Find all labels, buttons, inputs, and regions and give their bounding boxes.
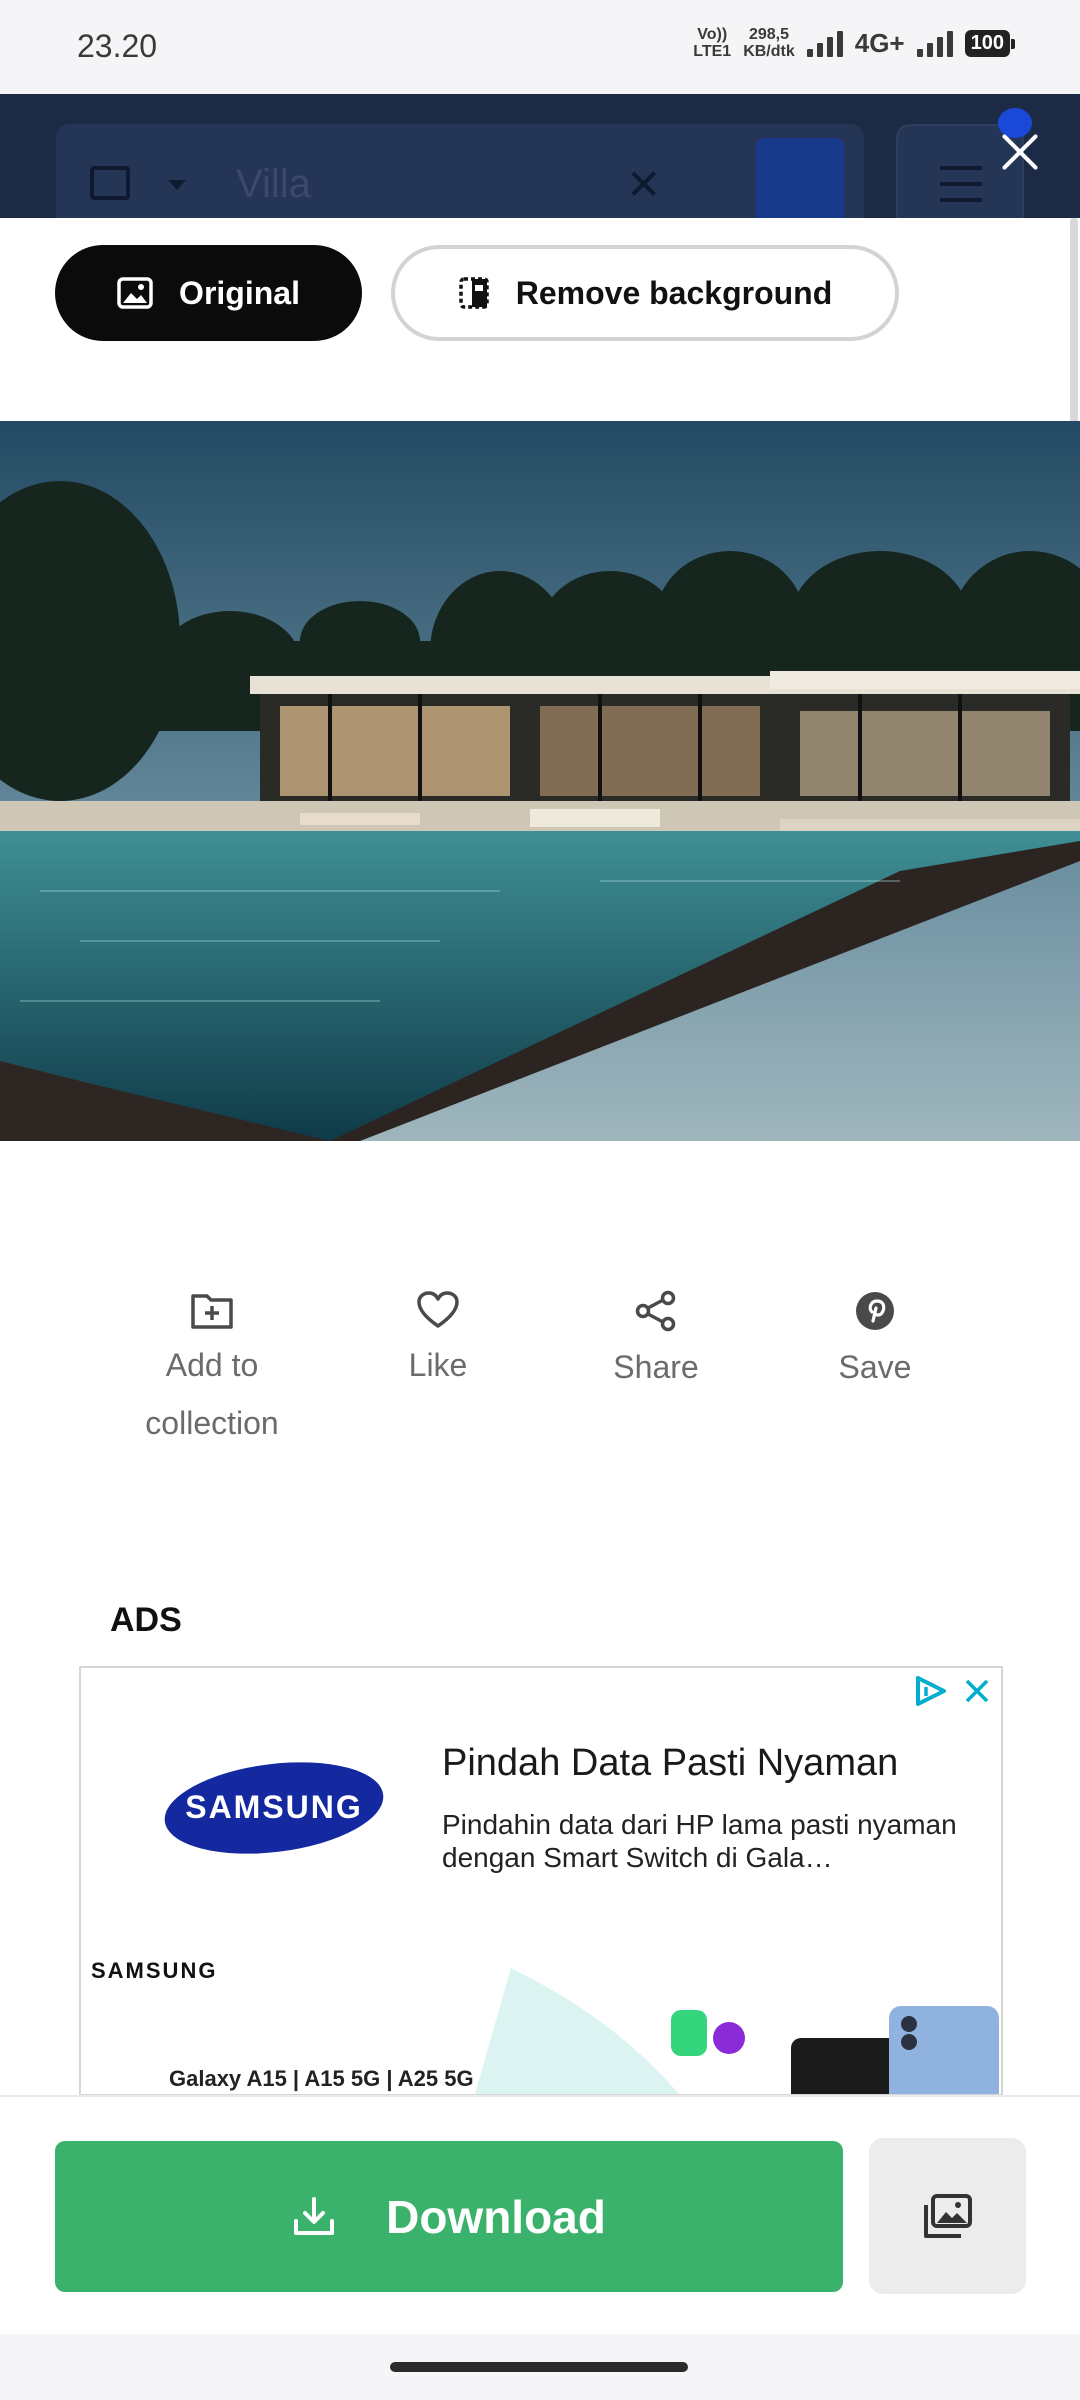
system-nav-bar (0, 2334, 1080, 2400)
original-label: Original (179, 274, 300, 311)
action-row: Add to collection Like Share Save (0, 1290, 1080, 1480)
remove-background-button[interactable]: Remove background (391, 245, 899, 341)
like-button[interactable]: Like (338, 1290, 538, 1394)
remove-background-icon (458, 277, 489, 309)
add-to-collection-label-1: Add to (165, 1347, 259, 1383)
save-button[interactable]: Save (775, 1290, 975, 1396)
filter-icon (940, 166, 982, 170)
download-label: Download (386, 2190, 606, 2243)
network-type: 4G+ (854, 27, 905, 58)
ad-brand-small: SAMSUNG (91, 1958, 218, 1983)
ads-section-label: ADS (110, 1601, 182, 1639)
original-button[interactable]: Original (55, 245, 362, 341)
signal-icon (806, 29, 843, 57)
close-ad-icon[interactable] (963, 1677, 991, 1705)
phones-image (475, 1968, 999, 2094)
remove-background-label: Remove background (515, 274, 833, 311)
pinterest-icon (856, 1292, 894, 1330)
search-box[interactable]: Villa ✕ (56, 124, 864, 218)
gallery-button[interactable] (869, 2138, 1026, 2294)
chevron-down-icon[interactable] (168, 180, 186, 190)
ad-models: Galaxy A15 | A15 5G | A25 5G (169, 2066, 474, 2091)
share-label: Share (613, 1349, 699, 1385)
ad-choices[interactable] (913, 1674, 991, 1708)
heart-icon (417, 1291, 459, 1328)
add-to-collection-button[interactable]: Add to collection (112, 1290, 312, 1452)
status-icons: Vo)) LTE1 298,5 KB/dtk 4G+ 100 (693, 26, 1016, 60)
download-icon (294, 2196, 335, 2235)
image-icon[interactable] (90, 166, 130, 200)
add-folder-icon (191, 1294, 233, 1329)
add-to-collection-label-2: collection (145, 1405, 279, 1441)
like-label: Like (408, 1347, 468, 1383)
download-button[interactable]: Download (55, 2141, 843, 2292)
network-speed: 298,5 KB/dtk (743, 26, 795, 60)
home-indicator[interactable] (390, 2362, 688, 2372)
villa-photo (0, 421, 1080, 1141)
samsung-logo-text: SAMSUNG (185, 1789, 363, 1825)
gallery-icon (923, 2194, 972, 2238)
search-input[interactable]: Villa (236, 162, 311, 207)
adchoices-icon[interactable] (913, 1674, 949, 1708)
footer-divider (0, 2095, 1080, 2097)
status-time: 23.20 (77, 28, 158, 64)
share-button[interactable]: Share (556, 1290, 756, 1396)
status-bar: 23.20 Vo)) LTE1 298,5 KB/dtk 4G+ 100 (0, 0, 1080, 94)
signal-icon-2 (916, 29, 953, 57)
ad-description: Pindahin data dari HP lama pasti nyaman … (442, 1809, 957, 1873)
image-icon (117, 277, 153, 309)
search-button[interactable] (756, 138, 844, 218)
save-label: Save (838, 1349, 912, 1385)
volte-indicator: Vo)) LTE1 (693, 26, 732, 60)
battery-icon: 100 (964, 29, 1016, 57)
close-icon[interactable] (1000, 132, 1040, 172)
ad-banner[interactable]: SAMSUNG Pindah Data Pasti Nyaman Pindahi… (79, 1666, 1003, 2096)
samsung-logo: SAMSUNG (163, 1760, 385, 1856)
share-icon (635, 1290, 676, 1332)
clear-icon[interactable]: ✕ (626, 160, 661, 209)
search-header: Villa ✕ (0, 94, 1080, 218)
ad-title[interactable]: Pindah Data Pasti Nyaman (442, 1742, 898, 1785)
